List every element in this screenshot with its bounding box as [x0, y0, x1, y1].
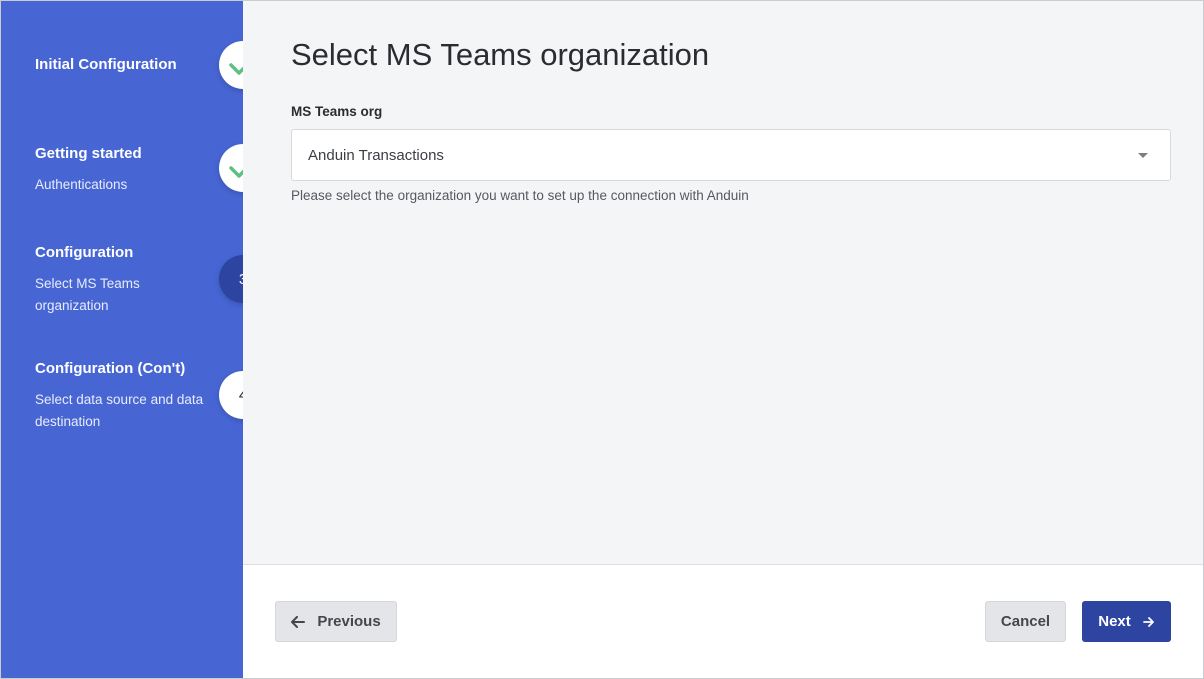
step-subtitle: Authentications	[35, 177, 128, 192]
previous-label: Previous	[317, 613, 381, 630]
arrow-right-icon	[1142, 616, 1154, 627]
page-title: Select MS Teams organization	[291, 37, 710, 72]
step-title: Configuration	[35, 244, 134, 261]
step-title: Configuration (Con't)	[35, 360, 186, 377]
step-title: Initial Configuration	[35, 56, 177, 73]
step-getting-started: Getting started Authentications	[35, 144, 225, 196]
select-value: Anduin Transactions	[308, 146, 444, 164]
next-button[interactable]: Next	[1082, 601, 1171, 642]
wizard-footer: Previous Cancel Next	[243, 564, 1203, 678]
step-subtitle: Select data source and data destination	[35, 392, 204, 429]
main-panel: Select MS Teams organization MS Teams or…	[243, 1, 1203, 564]
ms-teams-org-select[interactable]: Anduin Transactions	[291, 129, 1171, 181]
chevron-down-icon	[1138, 153, 1148, 158]
step-initial-configuration: Initial Configuration	[35, 55, 225, 75]
step-configuration: Configuration Select MS Teams organizati…	[35, 243, 225, 317]
arrow-left-icon	[291, 615, 306, 628]
step-title: Getting started	[35, 145, 142, 162]
cancel-button[interactable]: Cancel	[985, 601, 1066, 642]
next-label: Next	[1098, 613, 1131, 630]
step-subtitle: Select MS Teams organization	[35, 276, 140, 313]
helper-text: Please select the organization you want …	[291, 188, 749, 203]
cancel-label: Cancel	[1000, 613, 1051, 630]
step-configuration-cont: Configuration (Con't) Select data source…	[35, 359, 225, 433]
previous-button[interactable]: Previous	[275, 601, 397, 642]
field-label: MS Teams org	[291, 104, 383, 119]
wizard-window: Initial Configuration Getting started Au…	[0, 0, 1204, 679]
steps-sidebar: Initial Configuration Getting started Au…	[1, 1, 243, 678]
